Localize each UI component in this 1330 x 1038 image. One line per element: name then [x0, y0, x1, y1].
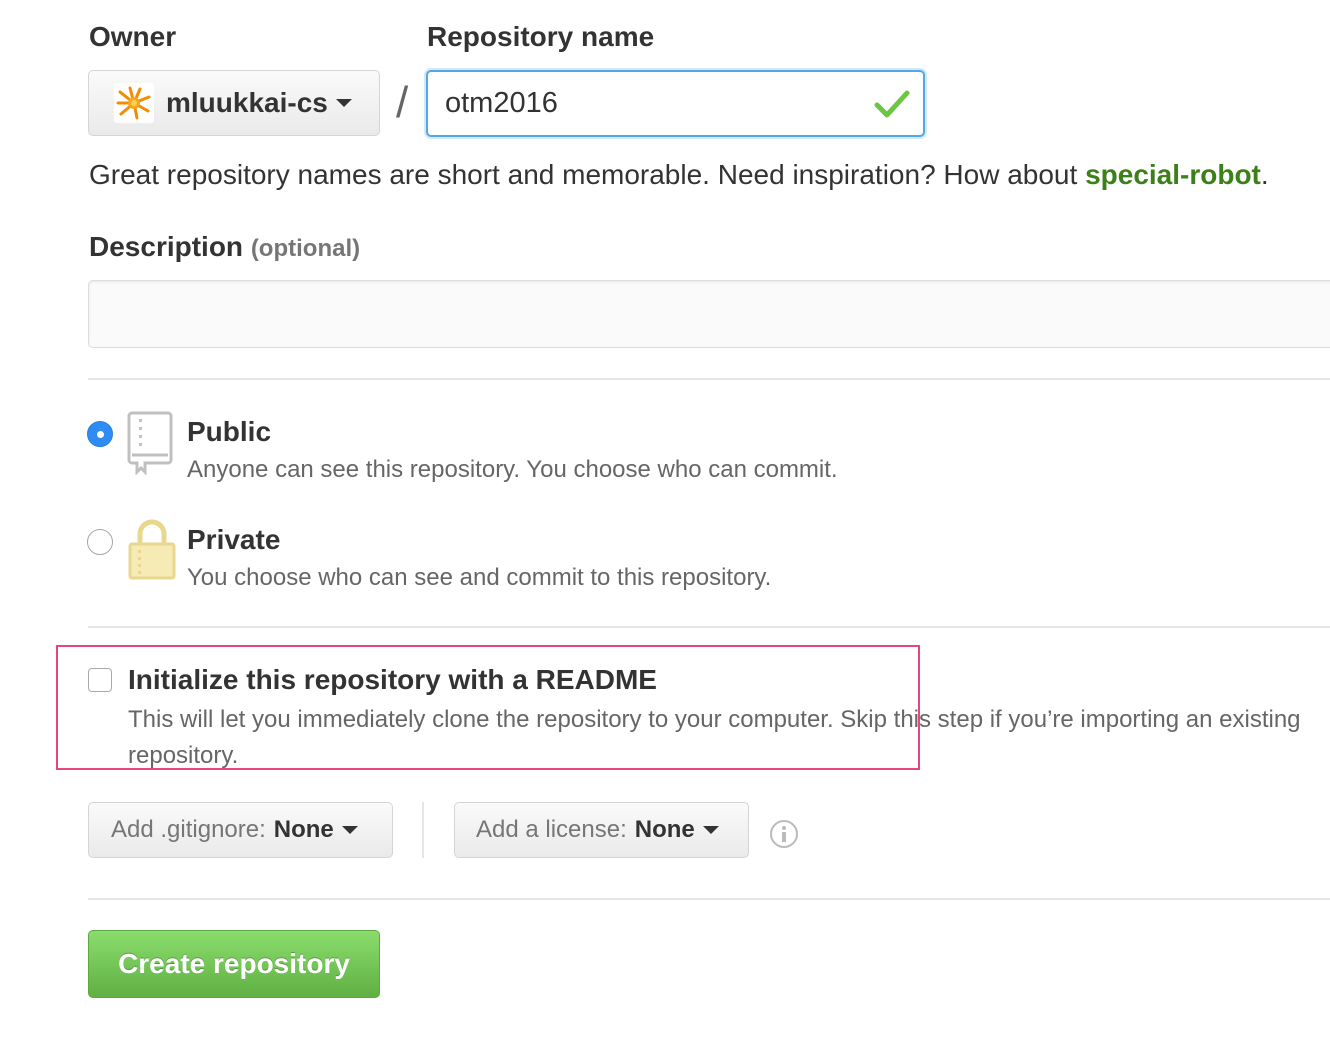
- info-icon[interactable]: [769, 819, 799, 849]
- name-suggestion-link[interactable]: special-robot: [1085, 159, 1261, 190]
- license-value: None: [634, 816, 695, 843]
- owner-avatar-icon: [114, 83, 154, 123]
- chevron-down-icon: [341, 826, 358, 834]
- gitignore-dropdown[interactable]: Add .gitignore: None: [88, 802, 393, 858]
- repo-book-icon: [127, 411, 173, 475]
- divider: [88, 378, 1330, 380]
- repository-name-hint: Great repository names are short and mem…: [89, 159, 1269, 191]
- divider: [88, 898, 1330, 900]
- readme-highlight-annotation: [56, 645, 920, 770]
- owner-dropdown[interactable]: mluukkai-cs: [88, 70, 380, 136]
- owner-name: mluukkai-cs: [166, 87, 328, 118]
- license-prefix: Add a license:: [476, 816, 627, 843]
- repository-name-input[interactable]: [426, 70, 925, 137]
- check-icon: [874, 90, 910, 118]
- private-description: You choose who can see and commit to thi…: [187, 564, 772, 591]
- chevron-down-icon: [702, 826, 719, 834]
- private-title: Private: [187, 524, 281, 555]
- gitignore-prefix: Add .gitignore:: [111, 816, 266, 843]
- public-radio[interactable]: [87, 421, 113, 447]
- public-title: Public: [187, 416, 272, 447]
- chevron-down-icon: [335, 99, 352, 107]
- lock-icon: [128, 519, 176, 580]
- hint-text: Great repository names are short and mem…: [89, 159, 1086, 190]
- hint-suffix: .: [1260, 159, 1269, 190]
- new-repository-form: Owner Repository name mluukkai-cs / otm2…: [0, 0, 1330, 1038]
- public-description: Anyone can see this repository. You choo…: [187, 456, 838, 483]
- description-label: Description (optional): [89, 231, 360, 263]
- owner-label: Owner: [89, 21, 177, 52]
- gitignore-value: None: [273, 816, 334, 843]
- description-input[interactable]: [88, 280, 1330, 348]
- license-dropdown[interactable]: Add a license: None: [454, 802, 749, 858]
- divider: [88, 626, 1330, 628]
- optional-hint: (optional): [250, 235, 361, 262]
- private-radio[interactable]: [87, 529, 113, 555]
- repository-name-label: Repository name: [427, 21, 655, 52]
- create-repository-button[interactable]: Create repository: [88, 930, 380, 998]
- owner-repo-separator: /: [396, 78, 409, 127]
- divider: [422, 802, 424, 858]
- description-label-text: Description: [89, 231, 244, 262]
